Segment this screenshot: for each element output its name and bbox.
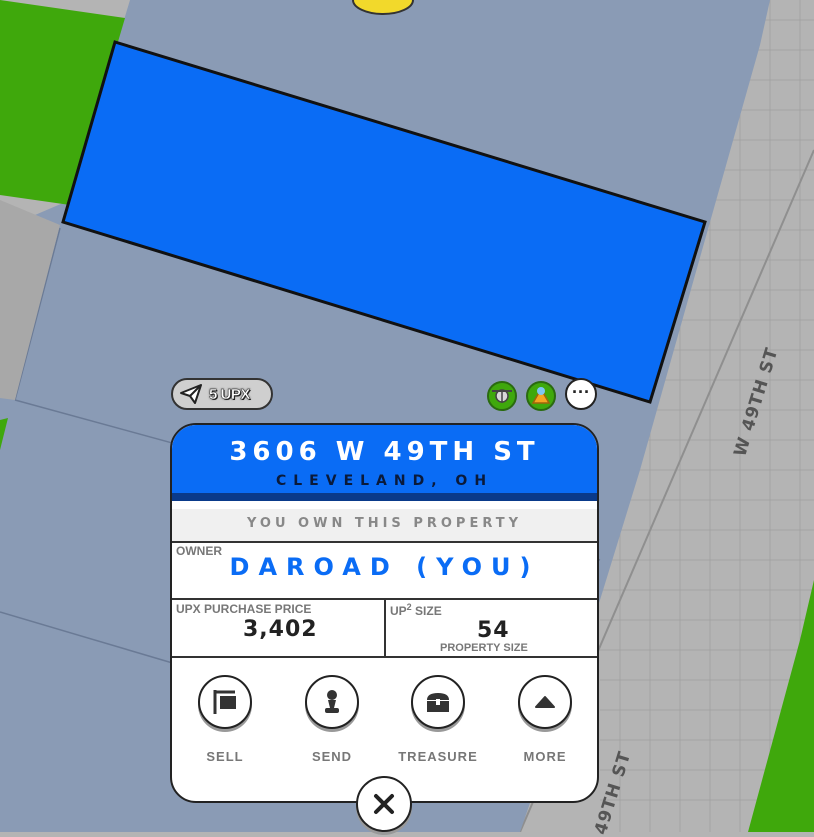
treasure-label: TREASURE: [398, 749, 478, 764]
more-label: MORE: [523, 749, 567, 764]
sell-label: SELL: [206, 749, 244, 764]
treasure-action[interactable]: TREASURE: [398, 675, 478, 764]
property-card: 3606 W 49TH ST CLEVELAND, OH YOU OWN THI…: [170, 423, 599, 803]
header-band: [172, 493, 597, 501]
close-button[interactable]: [356, 776, 412, 832]
more-action[interactable]: MORE: [505, 675, 585, 764]
size-label: UP2 SIZE: [390, 602, 442, 618]
ownership-status: YOU OWN THIS PROPERTY: [172, 509, 597, 543]
price-value: 3,402: [243, 617, 318, 642]
size-value: 54: [477, 618, 510, 643]
terrain-icon[interactable]: [526, 381, 556, 411]
sell-button[interactable]: [198, 675, 252, 729]
property-city: CLEVELAND, OH: [275, 473, 494, 489]
sell-action[interactable]: SELL: [185, 675, 265, 764]
drone-icon[interactable]: [487, 381, 517, 411]
close-icon: [374, 794, 394, 814]
size-caption: PROPERTY SIZE: [440, 642, 528, 654]
send-button[interactable]: [305, 675, 359, 729]
send-action[interactable]: SEND: [292, 675, 372, 764]
more-button[interactable]: [518, 675, 572, 729]
price-label: UPX PURCHASE PRICE: [176, 602, 312, 616]
owner-value: DAROAD (YOU): [229, 553, 540, 581]
paper-plane-icon: [180, 384, 202, 404]
property-address: 3606 W 49TH ST: [229, 437, 540, 467]
treasure-chest-icon: [427, 693, 449, 712]
size-label-prefix: UP: [390, 604, 407, 618]
card-header: 3606 W 49TH ST CLEVELAND, OH: [172, 425, 597, 501]
send-label: SEND: [311, 749, 353, 764]
more-options-icon[interactable]: ···: [565, 378, 597, 410]
chess-pawn-icon: [325, 690, 339, 713]
sign-icon: [213, 690, 236, 714]
upx-amount: 5 UPX: [209, 385, 251, 403]
send-upx-pill[interactable]: 5 UPX: [171, 378, 273, 410]
size-label-suffix: SIZE: [411, 604, 442, 618]
divider: [172, 656, 597, 658]
divider: [384, 598, 386, 656]
treasure-button[interactable]: [411, 675, 465, 729]
triangle-up-icon: [535, 696, 555, 708]
